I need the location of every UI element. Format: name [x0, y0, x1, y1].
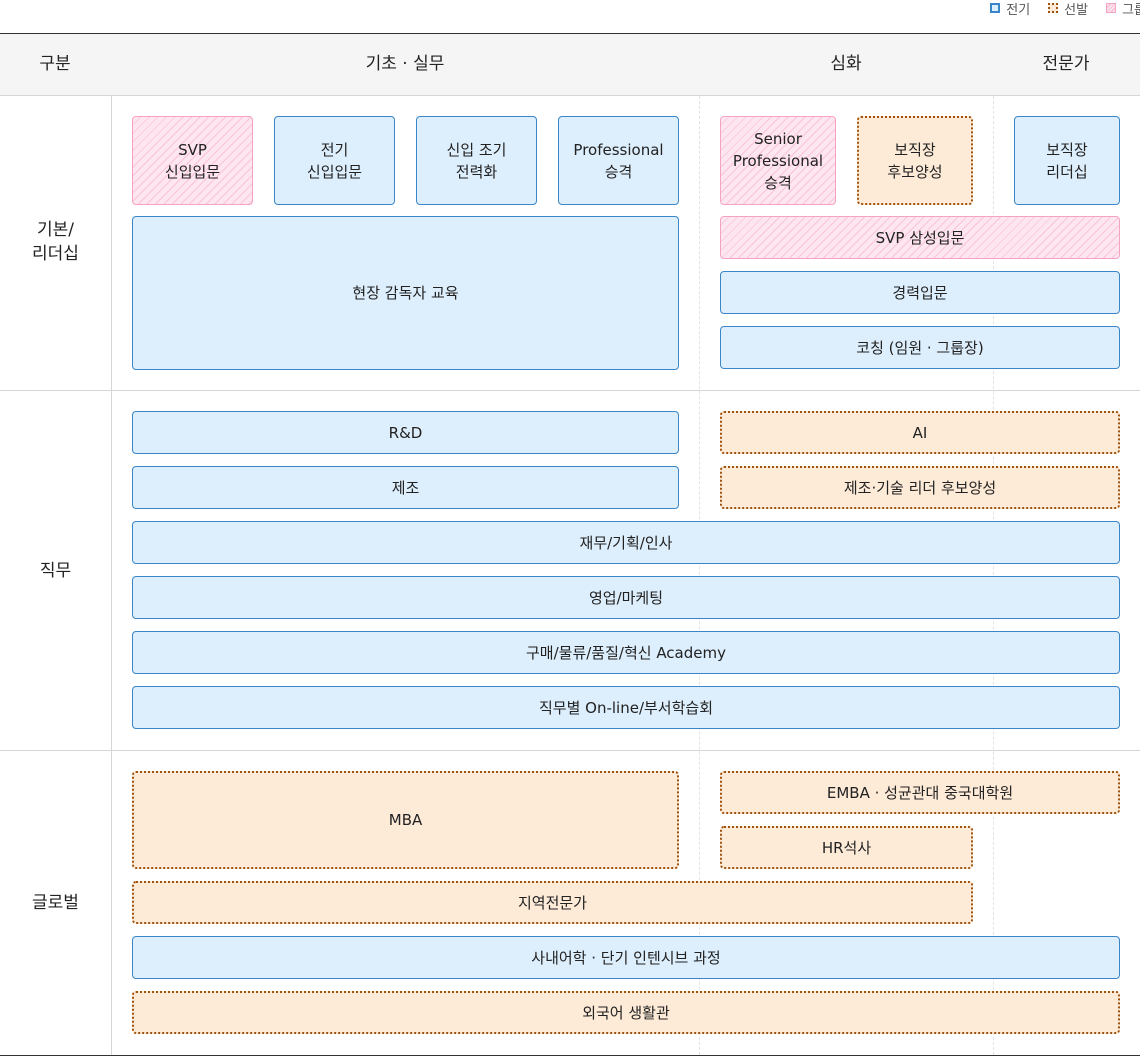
- course-foreign[interactable]: 외국어 생활관: [132, 991, 1120, 1034]
- course-elec-intro[interactable]: 전기 신입입문: [274, 116, 395, 205]
- course-purchase[interactable]: 구매/물류/품질/혁신 Academy: [132, 631, 1120, 674]
- divider: [0, 33, 1140, 34]
- legend-label: 그룹: [1122, 2, 1140, 18]
- course-manager-candidate[interactable]: 보직장 후보양성: [857, 116, 973, 205]
- course-early[interactable]: 신입 조기 전력화: [416, 116, 537, 205]
- course-pro[interactable]: Professional 승격: [558, 116, 679, 205]
- legend: 전기 선발 그룹: [990, 0, 1140, 18]
- course-mba[interactable]: MBA: [132, 771, 679, 869]
- hatched-square-icon: [1106, 3, 1117, 13]
- row-label-job: 직무: [39, 561, 72, 581]
- course-coaching[interactable]: 코칭 (임원 · 그룹장): [720, 326, 1120, 369]
- legend-item-select: 선발: [1048, 0, 1088, 18]
- divider: [0, 95, 1140, 96]
- course-sales[interactable]: 영업/마케팅: [132, 576, 1120, 619]
- header-expert: 전문가: [1042, 54, 1090, 74]
- course-mfg-leader[interactable]: 제조·기술 리더 후보양성: [720, 466, 1120, 509]
- course-svp-intro[interactable]: SVP 신입입문: [132, 116, 253, 205]
- course-mfg[interactable]: 제조: [132, 466, 679, 509]
- header-basic: 기초 · 실무: [365, 54, 445, 74]
- legend-item-group: 그룹: [1106, 0, 1140, 18]
- course-online[interactable]: 직무별 On-line/부서학습회: [132, 686, 1120, 729]
- header-advanced: 심화: [830, 54, 862, 74]
- legend-item-elec: 전기: [990, 0, 1030, 18]
- divider: [0, 390, 1140, 391]
- table-header: [0, 34, 1140, 95]
- course-rnd[interactable]: R&D: [132, 411, 679, 454]
- course-hr[interactable]: HR석사: [720, 826, 973, 869]
- row-label-leadership: 기본/ 리더십: [32, 220, 79, 264]
- course-senior[interactable]: Senior Professional 승격: [720, 116, 836, 205]
- divider: [111, 96, 112, 1055]
- course-career[interactable]: 경력입문: [720, 271, 1120, 314]
- legend-label: 전기: [1006, 2, 1031, 18]
- training-roadmap: 전기 선발 그룹 구분 기초 · 실무 심화 전문가 기본/ 리더십 직무 글로…: [0, 0, 1140, 1056]
- course-language[interactable]: 사내어학 · 단기 인텐시브 과정: [132, 936, 1120, 979]
- divider: [0, 750, 1140, 751]
- course-regional[interactable]: 지역전문가: [132, 881, 973, 924]
- course-field[interactable]: 현장 감독자 교육: [132, 216, 679, 370]
- header-category: 구분: [39, 54, 71, 74]
- legend-label: 선발: [1064, 2, 1089, 18]
- blue-square-icon: [990, 3, 1001, 13]
- course-manager-leadership[interactable]: 보직장 리더십: [1014, 116, 1120, 205]
- course-emba[interactable]: EMBA · 성균관대 중국대학원: [720, 771, 1120, 814]
- course-finance[interactable]: 재무/기획/인사: [132, 521, 1120, 564]
- row-label-global: 글로벌: [32, 893, 79, 913]
- dotted-square-icon: [1048, 3, 1059, 13]
- course-ai[interactable]: AI: [720, 411, 1120, 454]
- course-svp-samsung[interactable]: SVP 삼성입문: [720, 216, 1120, 259]
